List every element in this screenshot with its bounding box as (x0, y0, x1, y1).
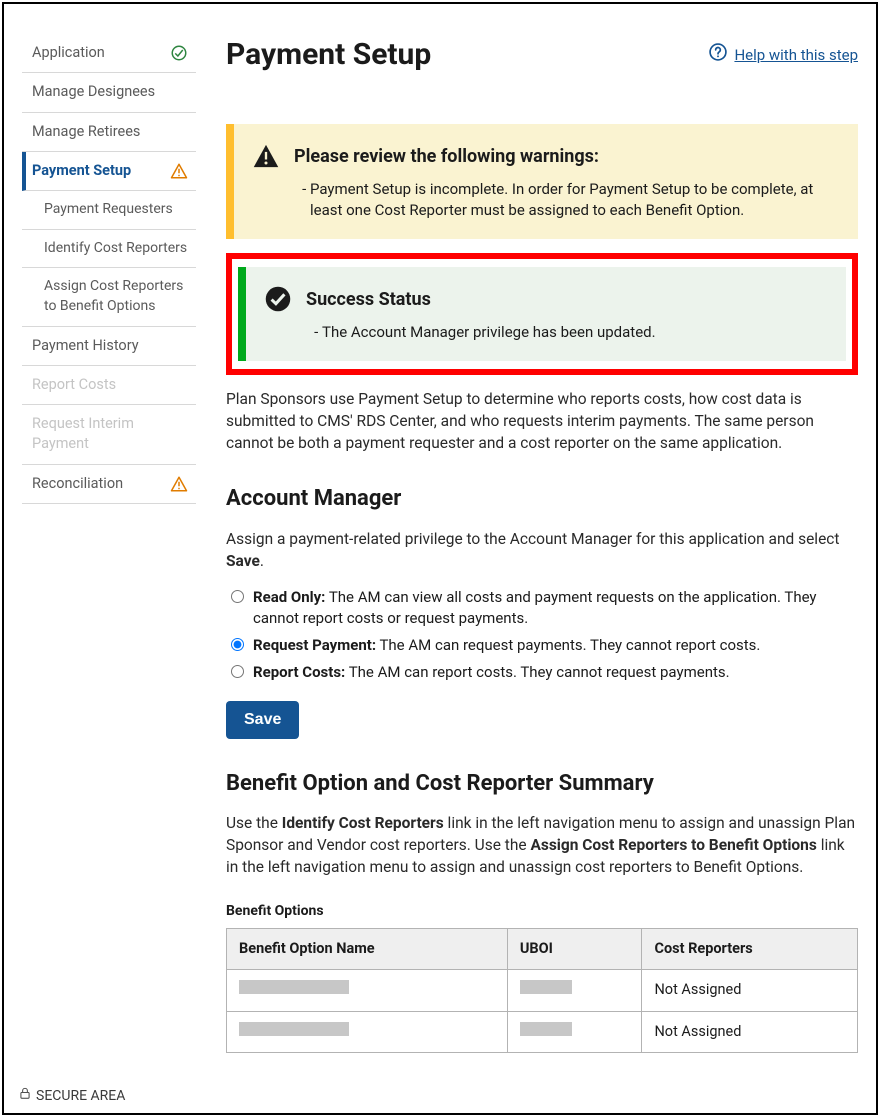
radio-report-costs[interactable]: Report Costs: The AM can report costs. T… (226, 662, 858, 683)
redacted-text (520, 980, 572, 994)
instruction-bold: Save (226, 552, 260, 570)
col-benefit-option-name: Benefit Option Name (227, 929, 508, 970)
nav-item-manage-retirees[interactable]: Manage Retirees (22, 113, 196, 152)
nav-label: Assign Cost Reporters to Benefit Options (44, 277, 188, 316)
nav-label: Payment Setup (32, 161, 131, 181)
nav-item-application[interactable]: Application (22, 34, 196, 73)
radio-label-desc: The AM can view all costs and payment re… (253, 588, 817, 627)
nav-item-report-costs: Report Costs (22, 366, 196, 405)
footer-label: SECURE AREA (36, 1087, 125, 1107)
warning-title: Please review the following warnings: (294, 144, 836, 169)
nav-item-payment-requesters[interactable]: Payment Requesters (22, 191, 196, 230)
warning-alert: Please review the following warnings: Pa… (226, 124, 858, 239)
redacted-text (520, 1022, 572, 1036)
nav-item-assign-cost-reporters[interactable]: Assign Cost Reporters to Benefit Options (22, 268, 196, 326)
summary-paragraph: Use the Identify Cost Reporters link in … (226, 813, 858, 878)
radio-label-desc: The AM can report costs. They cannot req… (345, 663, 729, 681)
page-title: Payment Setup (226, 34, 431, 76)
warn-triangle-icon (170, 475, 188, 493)
summary-bold: Identify Cost Reporters (282, 814, 444, 832)
main-content: Payment Setup Help with this step Please… (226, 34, 858, 1053)
account-manager-instruction: Assign a payment-related privilege to th… (226, 529, 858, 572)
col-uboi: UBOI (507, 929, 642, 970)
success-item: The Account Manager privilege has been u… (322, 322, 656, 343)
success-list: The Account Manager privilege has been u… (306, 322, 656, 343)
summary-bold: Assign Cost Reporters to Benefit Options (530, 836, 816, 854)
cell-name (227, 970, 508, 1011)
help-link-label: Help with this step (734, 45, 858, 66)
radio-label-bold: Report Costs: (253, 663, 345, 681)
help-circle-icon (708, 42, 728, 68)
success-highlight: Success Status The Account Manager privi… (226, 253, 858, 375)
radio-input[interactable] (231, 638, 244, 651)
radio-read-only[interactable]: Read Only: The AM can view all costs and… (226, 587, 858, 629)
left-nav: Application Manage Designees Manage Reti… (22, 34, 196, 1053)
nav-label: Manage Designees (32, 82, 155, 102)
radio-input[interactable] (231, 665, 244, 678)
account-manager-heading: Account Manager (226, 484, 858, 515)
summary-heading: Benefit Option and Cost Reporter Summary (226, 769, 858, 800)
nav-label: Reconciliation (32, 474, 123, 494)
table-caption: Benefit Options (226, 902, 858, 922)
nav-label: Identify Cost Reporters (44, 239, 187, 259)
instruction-text: Assign a payment-related privilege to th… (226, 530, 839, 548)
col-cost-reporters: Cost Reporters (642, 929, 858, 970)
lock-icon (18, 1086, 32, 1107)
nav-item-identify-cost-reporters[interactable]: Identify Cost Reporters (22, 230, 196, 269)
nav-item-request-interim-payment: Request Interim Payment (22, 405, 196, 465)
cell-uboi (507, 1011, 642, 1052)
nav-label: Payment History (32, 336, 139, 356)
warning-item: Payment Setup is incomplete. In order fo… (310, 179, 836, 221)
radio-label-bold: Read Only: (253, 588, 325, 606)
warning-list: Payment Setup is incomplete. In order fo… (294, 179, 836, 221)
table-row: Not Assigned (227, 1011, 858, 1052)
nav-label: Request Interim Payment (32, 414, 188, 455)
nav-label: Payment Requesters (44, 200, 173, 220)
nav-label: Application (32, 43, 105, 63)
warning-triangle-icon (252, 142, 280, 170)
benefit-options-table: Benefit Option Name UBOI Cost Reporters … (226, 928, 858, 1053)
instruction-text: . (260, 552, 264, 570)
nav-label: Report Costs (32, 375, 116, 395)
check-circle-icon (170, 44, 188, 62)
redacted-text (239, 1022, 349, 1036)
cell-uboi (507, 970, 642, 1011)
radio-request-payment[interactable]: Request Payment: The AM can request paym… (226, 635, 858, 656)
radio-input[interactable] (231, 590, 244, 603)
secure-area-footer: SECURE AREA (18, 1086, 125, 1107)
success-title: Success Status (306, 287, 656, 312)
summary-text: Use the (226, 814, 282, 832)
intro-paragraph: Plan Sponsors use Payment Setup to deter… (226, 389, 858, 454)
success-alert: Success Status The Account Manager privi… (238, 267, 846, 361)
cell-name (227, 1011, 508, 1052)
warn-triangle-icon (170, 162, 188, 180)
redacted-text (239, 980, 349, 994)
nav-item-reconciliation[interactable]: Reconciliation (22, 465, 196, 504)
check-circle-filled-icon (264, 285, 292, 313)
save-button[interactable]: Save (226, 701, 299, 739)
radio-label-desc: The AM can request payments. They cannot… (376, 636, 760, 654)
radio-label-bold: Request Payment: (253, 636, 376, 654)
nav-item-payment-setup[interactable]: Payment Setup (22, 152, 196, 191)
cell-reporters: Not Assigned (642, 1011, 858, 1052)
nav-item-payment-history[interactable]: Payment History (22, 327, 196, 366)
nav-item-manage-designees[interactable]: Manage Designees (22, 73, 196, 112)
table-row: Not Assigned (227, 970, 858, 1011)
help-link[interactable]: Help with this step (708, 42, 858, 68)
nav-label: Manage Retirees (32, 122, 140, 142)
cell-reporters: Not Assigned (642, 970, 858, 1011)
privilege-radio-group: Read Only: The AM can view all costs and… (226, 587, 858, 683)
